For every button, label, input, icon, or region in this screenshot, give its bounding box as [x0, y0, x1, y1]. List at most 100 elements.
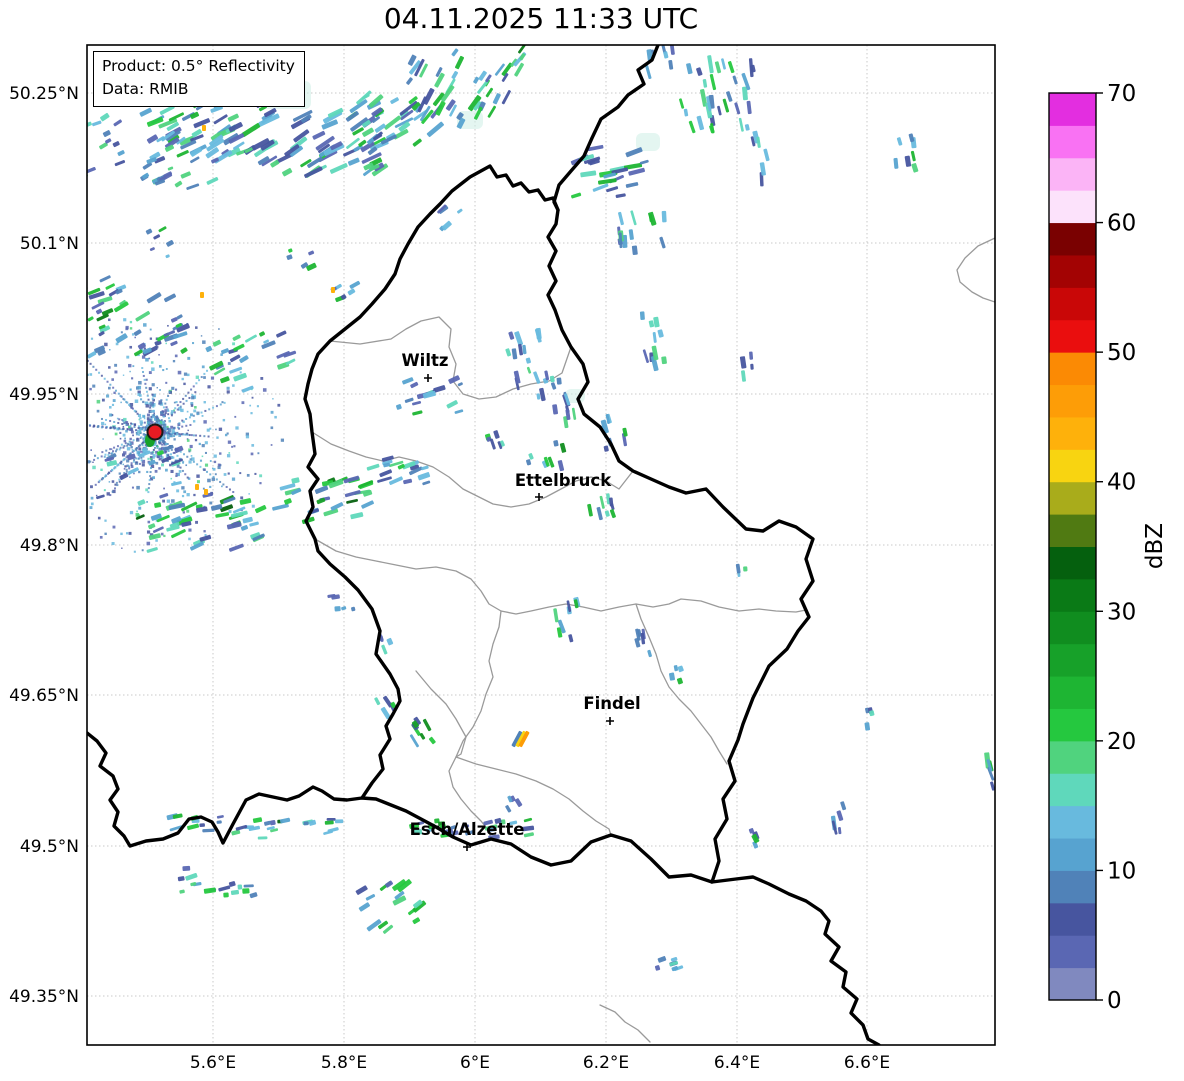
clutter-speck — [165, 406, 168, 409]
clutter-speck — [136, 510, 138, 513]
clutter-speck — [193, 409, 197, 413]
clutter-speck — [213, 460, 217, 464]
echo-streak — [763, 148, 770, 162]
echo-streak — [146, 134, 159, 144]
clutter-speck — [272, 398, 274, 400]
clutter-speck — [226, 390, 230, 394]
clutter-speck — [90, 496, 94, 500]
clutter-speck — [173, 438, 176, 441]
longitude-tick-label: 6°E — [460, 1053, 490, 1073]
echo-streak — [381, 644, 388, 655]
clutter-speck — [151, 367, 155, 371]
echo-streak — [190, 156, 200, 164]
echo-streak — [557, 460, 565, 472]
echo-streak — [639, 159, 649, 165]
echo-streak — [580, 170, 597, 178]
clutter-spoke-speck — [118, 418, 121, 421]
clutter-speck — [209, 501, 213, 505]
clutter-spoke-speck — [148, 479, 151, 482]
clutter-speck — [80, 419, 83, 422]
echo-streak — [421, 465, 429, 471]
clutter-speck — [118, 472, 121, 475]
colorbar-segment — [1049, 611, 1096, 645]
clutter-speck — [188, 460, 192, 464]
clutter-spoke-speck — [151, 393, 154, 396]
clutter-speck — [181, 486, 185, 490]
clutter-speck — [96, 399, 101, 404]
clutter-speck — [121, 547, 123, 549]
echo-streak — [493, 430, 500, 439]
clutter-spoke-speck — [105, 418, 108, 421]
clutter-speck — [66, 491, 69, 494]
clutter-speck — [67, 497, 69, 499]
clutter-spoke-speck — [163, 431, 166, 434]
clutter-spoke-speck — [176, 408, 179, 411]
clutter-spoke-speck — [168, 428, 171, 431]
colorbar-segment — [1049, 384, 1096, 418]
clutter-spoke-speck — [219, 403, 222, 406]
clutter-speck — [217, 465, 221, 470]
clutter-spoke-speck — [117, 392, 120, 395]
clutter-spoke-speck — [149, 410, 152, 413]
clutter-spoke-speck — [109, 494, 112, 497]
clutter-spoke-speck — [168, 391, 171, 394]
clutter-speck — [167, 413, 170, 416]
clutter-speck — [171, 386, 175, 390]
clutter-spoke-speck — [190, 434, 193, 437]
clutter-speck — [133, 550, 136, 553]
echo-streak — [272, 503, 289, 511]
clutter-speck — [102, 438, 104, 440]
echo-streak — [709, 73, 717, 91]
clutter-spoke-speck — [190, 388, 193, 391]
echo-streak — [511, 348, 518, 360]
clutter-speck — [83, 384, 87, 388]
colorbar-segment — [1049, 805, 1096, 839]
clutter-speck — [90, 449, 93, 451]
clutter-speck — [148, 357, 151, 360]
clutter-spoke-speck — [184, 473, 187, 476]
clutter-speck — [129, 476, 131, 478]
echo-streak — [259, 331, 266, 337]
clutter-speck — [175, 472, 178, 475]
clutter-speck — [122, 433, 126, 437]
clutter-speck — [79, 390, 82, 393]
echo-streak — [180, 171, 191, 179]
clutter-spoke-speck — [133, 425, 136, 428]
clutter-speck — [146, 501, 148, 503]
clutter-spoke-speck — [113, 427, 116, 430]
echo-streak — [170, 340, 178, 347]
clutter-spoke-speck — [100, 455, 103, 458]
clutter-spoke-speck — [196, 463, 199, 466]
echo-streak — [609, 509, 616, 519]
clutter-speck — [68, 448, 71, 451]
clutter-speck — [106, 394, 110, 398]
clutter-speck — [147, 520, 151, 524]
clutter-speck — [158, 457, 162, 461]
clutter-speck — [89, 387, 92, 391]
clutter-speck — [191, 457, 195, 461]
clutter-speck — [134, 399, 139, 403]
clutter-spoke-speck — [120, 443, 123, 446]
echo-streak — [426, 121, 444, 138]
clutter-spoke-speck — [92, 365, 95, 368]
echo-streak — [91, 301, 105, 310]
clutter-spoke-speck — [185, 424, 188, 427]
clutter-speck — [251, 504, 255, 508]
clutter-spoke-speck — [165, 431, 168, 434]
echo-streak — [526, 459, 532, 466]
clutter-spoke-speck — [109, 419, 112, 422]
clutter-spoke-speck — [136, 412, 139, 415]
clutter-spoke-speck — [130, 462, 133, 465]
echo-streak — [227, 113, 239, 122]
colorbar-segment — [1049, 773, 1096, 807]
clutter-speck — [156, 387, 158, 389]
clutter-speck — [135, 512, 140, 517]
clutter-spoke-speck — [188, 416, 191, 419]
clutter-spoke-speck — [165, 398, 168, 401]
clutter-speck — [108, 318, 111, 322]
clutter-speck — [123, 318, 127, 322]
clutter-spoke-speck — [225, 485, 228, 488]
clutter-spoke-speck — [223, 401, 226, 404]
clutter-speck — [82, 415, 84, 417]
clutter-spoke-speck — [185, 399, 188, 402]
